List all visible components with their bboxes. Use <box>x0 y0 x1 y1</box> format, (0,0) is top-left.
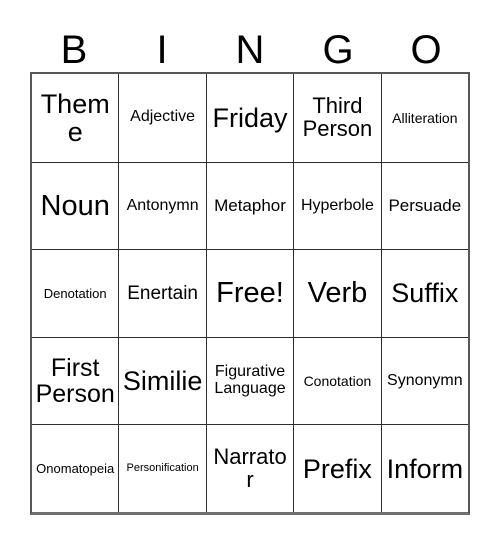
bingo-cell-label: Onomatopeia <box>36 460 115 476</box>
bingo-cell[interactable]: Adjective <box>118 74 206 162</box>
bingo-cell-label: Adjective <box>130 108 196 126</box>
bingo-cell[interactable]: Hyperbole <box>293 161 381 250</box>
bingo-cell[interactable]: Alliteration <box>380 74 469 162</box>
bingo-cell-label: Third Person <box>302 92 373 141</box>
bingo-card: B I N G O Theme Adjective Friday Third P… <box>0 0 500 544</box>
bingo-cell-label: Enertain <box>127 282 198 304</box>
bingo-cell[interactable]: Theme <box>32 74 119 162</box>
bingo-cell[interactable]: Conotation <box>293 336 381 425</box>
bingo-cell[interactable]: Synonymn <box>380 336 469 425</box>
bingo-cell[interactable]: Friday <box>205 74 294 162</box>
bingo-cell-label: Hyperbole <box>300 196 374 214</box>
bingo-cell[interactable]: Metaphor <box>205 161 294 250</box>
bingo-cell[interactable]: Figurative Language <box>205 336 294 425</box>
bingo-cell[interactable]: First Person <box>32 336 119 425</box>
bingo-cell-label: First Person <box>35 354 115 409</box>
bingo-cell-label: Verb <box>307 277 368 310</box>
bingo-cell-label: Suffix <box>391 278 459 309</box>
bingo-cell-label: Metaphor <box>214 196 286 216</box>
bingo-cell-label: Synonymn <box>387 371 463 389</box>
bingo-row: Denotation Enertain Free! Verb Suffix <box>32 249 469 337</box>
bingo-cell[interactable]: Similie <box>118 336 206 425</box>
bingo-cell-label: Similie <box>122 366 203 397</box>
header-letter-b: B <box>60 28 88 72</box>
bingo-cell[interactable]: Personification <box>118 424 206 512</box>
bingo-grid: Theme Adjective Friday Third Person Alli… <box>30 72 470 515</box>
bingo-cell-label: Theme <box>40 88 110 147</box>
bingo-cell-label: Prefix <box>302 453 372 484</box>
bingo-cell[interactable]: Verb <box>293 249 381 337</box>
bingo-cell[interactable]: Persuade <box>380 161 469 250</box>
bingo-cell[interactable]: Enertain <box>118 249 206 337</box>
bingo-cell[interactable]: Suffix <box>380 249 469 337</box>
bingo-cell-label: Conotation <box>303 372 372 389</box>
bingo-cell[interactable]: Denotation <box>32 249 119 337</box>
bingo-cell-label: Denotation <box>43 285 107 301</box>
bingo-cell-label: Antonymn <box>126 196 199 214</box>
bingo-cell-label: Inform <box>386 453 464 484</box>
bingo-cell-label: Free! <box>216 277 284 310</box>
bingo-cell-label: Figurative Language <box>214 363 286 398</box>
bingo-header-row: B I N G O <box>30 14 470 72</box>
header-letter-o: O <box>410 28 442 72</box>
bingo-cell[interactable]: Inform <box>380 424 469 512</box>
bingo-cell-label: Alliteration <box>392 109 458 126</box>
bingo-cell-label: Narrator <box>213 443 287 492</box>
bingo-row: First Person Similie Figurative Language… <box>32 336 469 425</box>
bingo-row: Onomatopeia Personification Narrator Pre… <box>32 424 469 512</box>
bingo-cell[interactable]: Third Person <box>293 74 381 162</box>
bingo-cell[interactable]: Narrator <box>205 424 294 512</box>
bingo-cell[interactable]: Noun <box>32 161 119 250</box>
bingo-row: Theme Adjective Friday Third Person Alli… <box>32 74 469 162</box>
header-letter-g: G <box>322 28 354 72</box>
bingo-cell[interactable]: Prefix <box>293 424 381 512</box>
bingo-cell-label: Persuade <box>388 196 462 216</box>
header-letter-i: I <box>156 28 168 72</box>
header-letter-n: N <box>235 28 265 72</box>
bingo-row: Noun Antonymn Metaphor Hyperbole Persuad… <box>32 161 469 250</box>
bingo-cell-label: Noun <box>40 189 110 222</box>
bingo-cell-label: Personification <box>126 461 199 474</box>
bingo-cell-free-space[interactable]: Free! <box>205 249 294 337</box>
bingo-cell-label: Friday <box>212 102 288 133</box>
bingo-cell[interactable]: Antonymn <box>118 161 206 250</box>
bingo-cell[interactable]: Onomatopeia <box>32 424 119 512</box>
